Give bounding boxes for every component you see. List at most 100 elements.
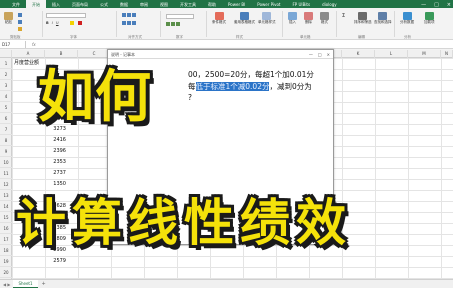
value-cell[interactable]: 2737 <box>46 168 66 179</box>
row-header[interactable]: 11 <box>0 168 12 179</box>
number-format-buttons[interactable] <box>166 22 180 26</box>
ribbon-separator <box>42 11 43 37</box>
cut-button[interactable] <box>18 13 22 17</box>
add-ins-button[interactable]: 加载项 <box>424 12 435 25</box>
name-box[interactable]: D17 <box>0 40 26 48</box>
value-cell[interactable]: 2353 <box>46 157 66 168</box>
notepad-line-1[interactable]: 00，2500=20分，每超1个加0.01分 <box>188 69 314 80</box>
align-buttons-2[interactable] <box>122 21 136 25</box>
analyze-icon <box>402 12 412 20</box>
tab-home[interactable]: 开始 <box>26 0 46 9</box>
find-select-button[interactable]: 查找和选择 <box>374 12 392 25</box>
column-header[interactable]: M <box>408 50 441 58</box>
copy-button[interactable] <box>18 20 22 24</box>
font-style-buttons[interactable]: B I U <box>46 21 59 25</box>
value-cell[interactable]: 2579 <box>46 256 66 267</box>
select-all-corner[interactable] <box>0 50 12 58</box>
ribbon-separator <box>116 11 117 37</box>
tab-insert[interactable]: 插入 <box>46 0 66 9</box>
paste-button[interactable]: 粘贴 <box>4 12 13 25</box>
sort-filter-icon <box>358 12 368 20</box>
sheet-tab-bar: ◀ ▶ Sheet1 + <box>0 279 453 288</box>
format-painter-button[interactable] <box>18 27 22 31</box>
tab-power-pivot[interactable]: Power Pivot <box>251 0 286 9</box>
row-header[interactable]: 17 <box>0 234 12 245</box>
row-header[interactable]: 3 <box>0 80 12 91</box>
column-header[interactable]: L <box>375 50 408 58</box>
row-header[interactable]: 20 <box>0 267 12 278</box>
column-header[interactable]: N <box>441 50 453 58</box>
conditional-format-icon <box>214 12 224 20</box>
notepad-line-3[interactable]: ? <box>188 93 192 102</box>
row-header[interactable]: 16 <box>0 223 12 234</box>
tab-fp-uibits[interactable]: FP UIBits <box>286 0 316 9</box>
tab-page-layout[interactable]: 页面布局 <box>66 0 94 9</box>
row-header[interactable]: 4 <box>0 91 12 102</box>
row-headers: 1 2 3 4 5 6 7 8 9 10 11 12 13 14 15 16 1… <box>0 58 12 280</box>
fx-icon[interactable]: fx <box>26 42 36 47</box>
row-header[interactable]: 13 <box>0 190 12 201</box>
row-header[interactable]: 12 <box>0 179 12 190</box>
tab-formulas[interactable]: 公式 <box>94 0 114 9</box>
row-header[interactable]: 9 <box>0 146 12 157</box>
copy-icon <box>18 20 22 24</box>
table-icon <box>240 12 249 20</box>
maximize-icon[interactable]: □ <box>434 2 439 8</box>
row-header[interactable]: 14 <box>0 201 12 212</box>
font-color-icon <box>78 21 82 25</box>
row-header[interactable]: 8 <box>0 135 12 146</box>
row-header[interactable]: 6 <box>0 113 12 124</box>
font-color-button[interactable] <box>78 21 82 25</box>
font-selector[interactable] <box>46 13 86 18</box>
format-cells-button[interactable]: 格式 <box>320 12 329 25</box>
conditional-format-button[interactable]: 条件格式 <box>212 12 226 25</box>
fill-color-button[interactable] <box>70 21 74 25</box>
row-header[interactable]: 5 <box>0 102 12 113</box>
cell-styles-button[interactable]: 单元格样式 <box>258 12 276 25</box>
format-as-table-button[interactable]: 套用表格格式 <box>234 12 255 25</box>
row-header[interactable]: 2 <box>0 69 12 80</box>
ribbon-separator <box>282 11 283 37</box>
tab-help[interactable]: 帮助 <box>202 0 222 9</box>
sheet-tab-active[interactable]: Sheet1 <box>13 280 38 288</box>
row-header[interactable]: 18 <box>0 245 12 256</box>
insert-cells-button[interactable]: 插入 <box>288 12 297 25</box>
cell-styles-icon <box>262 12 272 20</box>
notepad-window-controls: — □ × <box>309 50 330 58</box>
sort-filter-button[interactable]: 排序和筛选 <box>354 12 372 25</box>
row-header[interactable]: 10 <box>0 157 12 168</box>
tab-developer[interactable]: 开发工具 <box>174 0 202 9</box>
minimize-icon[interactable]: — <box>421 2 426 8</box>
tab-data[interactable]: 数据 <box>114 0 134 9</box>
notepad-line-2-prefix: 每 <box>188 82 196 91</box>
notepad-maximize-icon[interactable]: □ <box>318 50 322 58</box>
value-cell[interactable]: 2416 <box>46 135 66 146</box>
number-format-selector[interactable] <box>166 14 194 19</box>
row-header[interactable]: 15 <box>0 212 12 223</box>
delete-cells-button[interactable]: 删除 <box>304 12 313 25</box>
notepad-close-icon[interactable]: × <box>327 50 330 58</box>
tab-diology[interactable]: diology <box>316 0 343 9</box>
header-cell[interactable]: 月度营业额 <box>14 58 39 69</box>
row-header[interactable]: 7 <box>0 124 12 135</box>
ribbon-tab-bar: 文件 开始 插入 页面布局 公式 数据 审阅 视图 开发工具 帮助 Power … <box>0 0 453 9</box>
value-cell[interactable]: 2396 <box>46 146 66 157</box>
analyze-data-button[interactable]: 分析数据 <box>400 12 414 25</box>
column-header[interactable]: K <box>342 50 375 58</box>
sheet-nav-arrows-icon[interactable]: ◀ ▶ <box>0 282 13 287</box>
tab-power-bi[interactable]: Power BI <box>222 0 251 9</box>
tab-file[interactable]: 文件 <box>6 0 26 9</box>
autosum-button[interactable]: Σ <box>342 13 345 19</box>
notepad-minimize-icon[interactable]: — <box>309 50 313 58</box>
row-header[interactable]: 1 <box>0 58 12 69</box>
overlay-title-how: 如何 <box>38 65 152 130</box>
row-header[interactable]: 19 <box>0 256 12 267</box>
align-buttons[interactable] <box>122 13 136 17</box>
tab-view[interactable]: 视图 <box>154 0 174 9</box>
fill-color-icon <box>70 21 74 25</box>
tab-review[interactable]: 审阅 <box>134 0 154 9</box>
selected-text[interactable]: 低于标准1个减0.02分 <box>195 82 270 91</box>
notepad-line-2[interactable]: 每低于标准1个减0.02分，减到0分为 <box>188 81 312 92</box>
close-icon[interactable]: × <box>447 2 451 8</box>
add-sheet-button[interactable]: + <box>38 281 46 287</box>
